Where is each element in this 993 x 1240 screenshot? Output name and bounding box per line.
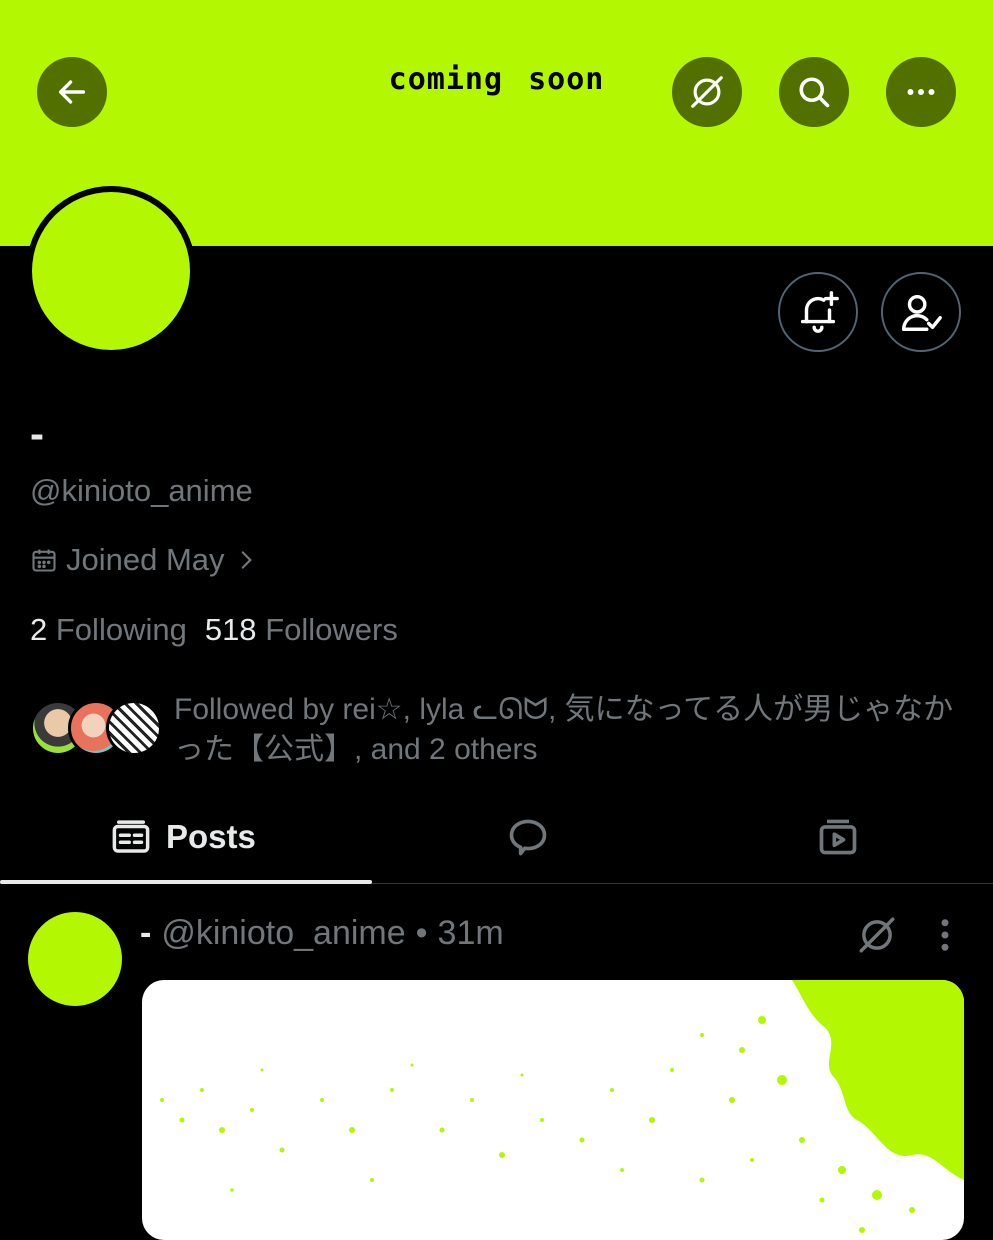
- tab-posts-label: Posts: [166, 817, 256, 855]
- chevron-right-icon: [241, 551, 252, 569]
- calendar-icon: [32, 549, 56, 572]
- grok-icon: [691, 76, 723, 108]
- more-horizontal-icon: [907, 89, 935, 95]
- more-button[interactable]: [886, 57, 956, 127]
- followers-count: 518: [204, 612, 257, 647]
- back-button[interactable]: [37, 57, 107, 127]
- more-vertical-icon[interactable]: [930, 914, 960, 956]
- following-button[interactable]: [881, 272, 961, 352]
- bell-plus-icon: [800, 291, 839, 333]
- post-timestamp[interactable]: 31m: [438, 914, 504, 953]
- profile-avatar[interactable]: [26, 186, 196, 356]
- followed-by-text: Followed by rei☆, lyla ᓚᘏᗢ, 気になってる人が男じゃな…: [174, 693, 954, 766]
- user-check-icon: [902, 294, 942, 331]
- post-author-handle[interactable]: @kinioto_anime: [161, 914, 405, 953]
- search-button[interactable]: [779, 57, 849, 127]
- arrow-left-icon: [58, 80, 86, 104]
- grok-button[interactable]: [672, 57, 742, 127]
- followers-link[interactable]: 518 Followers: [205, 612, 398, 648]
- joined-date-row[interactable]: Joined May: [30, 542, 259, 578]
- followers-label: Followers: [265, 612, 398, 647]
- post-separator: •: [415, 914, 428, 952]
- replies-icon: [509, 819, 547, 855]
- followers-you-know-avatars: [30, 700, 162, 756]
- post-header: - @kinioto_anime • 31m: [140, 914, 504, 953]
- grok-icon[interactable]: [856, 914, 898, 956]
- notifications-button[interactable]: [778, 272, 858, 352]
- display-name: -: [30, 410, 44, 457]
- tab-replies[interactable]: [506, 790, 550, 883]
- avatar: [106, 700, 162, 756]
- paint-splatter-graphic: [160, 980, 964, 1233]
- post-image[interactable]: [142, 980, 964, 1240]
- following-count: 2: [30, 612, 48, 647]
- tab-media[interactable]: [816, 790, 860, 883]
- following-label: Following: [55, 612, 187, 647]
- joined-text: Joined May: [66, 542, 225, 577]
- profile-tabs: Posts: [0, 790, 993, 884]
- follow-stats: 2 Following 518 Followers: [30, 612, 398, 648]
- profile-handle: @kinioto_anime: [30, 473, 253, 508]
- search-icon: [799, 77, 830, 108]
- posts-icon: [112, 819, 150, 853]
- active-tab-indicator: [0, 880, 372, 884]
- tab-posts[interactable]: Posts: [110, 790, 256, 883]
- media-icon: [819, 819, 857, 854]
- following-link[interactable]: 2 Following: [30, 612, 187, 648]
- followed-by-row[interactable]: Followed by rei☆, lyla ᓚᘏᗢ, 気になってる人が男じゃな…: [30, 690, 954, 770]
- post-author-name[interactable]: -: [140, 914, 151, 953]
- post-avatar[interactable]: [28, 912, 122, 1006]
